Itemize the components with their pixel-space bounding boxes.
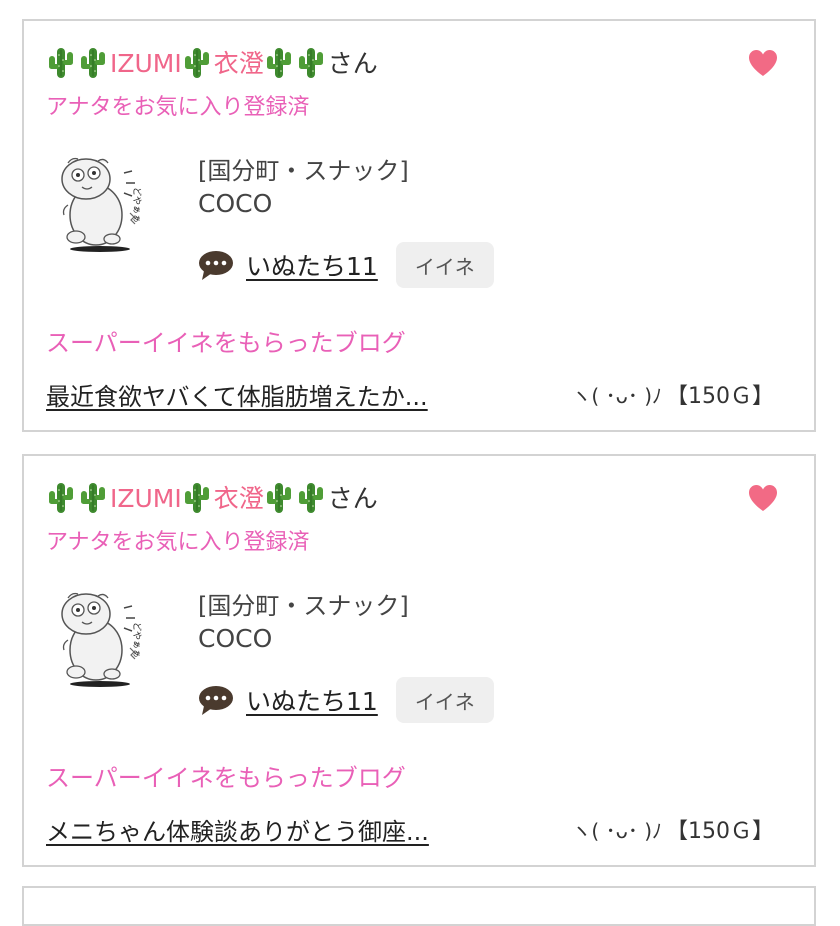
cactus-icon	[182, 481, 212, 515]
cactus-icon	[46, 46, 76, 80]
user-name-jp: 衣澄	[213, 483, 264, 513]
heart-icon[interactable]	[748, 484, 778, 514]
blog-title-link[interactable]: メニちゃん体験談ありがとう御座...	[46, 812, 429, 847]
shop-name: COCO	[198, 189, 273, 218]
user-name-row[interactable]: IZUMI 衣澄 さん	[46, 43, 378, 83]
like-button[interactable]: イイネ	[395, 677, 494, 723]
cactus-icon	[296, 481, 326, 515]
user-name-row[interactable]: IZUMI 衣澄 さん	[46, 478, 378, 518]
chat-username-link[interactable]: いぬたち11	[246, 247, 378, 283]
cactus-icon	[46, 481, 76, 515]
reward-amount: 【150Ｇ】	[666, 384, 774, 409]
cactus-icon	[78, 46, 108, 80]
favorite-card-2: IZUMI 衣澄 さん アナタをお気に入り登録済 [国分町・スナック] COCO…	[22, 454, 816, 867]
like-button[interactable]: イイネ	[395, 242, 494, 288]
blog-reward: ヽ( ･ᴗ･ )ﾉ 【150Ｇ】	[571, 378, 774, 410]
cactus-icon	[264, 46, 294, 80]
chat-row: いぬたち11 イイネ	[198, 676, 494, 724]
user-name-en: IZUMI	[110, 48, 182, 78]
user-name-en: IZUMI	[110, 483, 182, 513]
shop-category: [国分町・スナック]	[198, 592, 409, 620]
favorite-card-3	[22, 886, 816, 926]
blog-title-link[interactable]: 最近食欲ヤバくて体脂肪増えたか...	[46, 377, 428, 412]
shop-category: [国分町・スナック]	[198, 157, 409, 185]
chat-row: いぬたち11 イイネ	[198, 241, 494, 289]
favorite-card-1: IZUMI 衣澄 さん アナタをお気に入り登録済 [国分町・スナック] COCO…	[22, 19, 816, 432]
favorite-status: アナタをお気に入り登録済	[46, 530, 310, 555]
speech-bubble-icon	[198, 684, 234, 716]
user-avatar[interactable]	[54, 578, 154, 688]
shop-name: COCO	[198, 624, 273, 653]
cactus-icon	[78, 481, 108, 515]
super-like-label: スーパーイイネをもらったブログ	[46, 329, 406, 357]
user-avatar[interactable]	[54, 143, 154, 253]
blog-reward: ヽ( ･ᴗ･ )ﾉ 【150Ｇ】	[571, 813, 774, 845]
user-name-suffix: さん	[327, 483, 378, 513]
user-name-suffix: さん	[327, 48, 378, 78]
reward-face: ヽ( ･ᴗ･ )ﾉ	[571, 819, 662, 843]
user-name-jp: 衣澄	[213, 48, 264, 78]
speech-bubble-icon	[198, 249, 234, 281]
cactus-icon	[264, 481, 294, 515]
chat-username-link[interactable]: いぬたち11	[246, 682, 378, 718]
cactus-icon	[182, 46, 212, 80]
favorite-status: アナタをお気に入り登録済	[46, 95, 310, 120]
reward-face: ヽ( ･ᴗ･ )ﾉ	[571, 384, 662, 408]
reward-amount: 【150Ｇ】	[666, 819, 774, 844]
cactus-icon	[296, 46, 326, 80]
super-like-label: スーパーイイネをもらったブログ	[46, 764, 406, 792]
heart-icon[interactable]	[748, 49, 778, 79]
